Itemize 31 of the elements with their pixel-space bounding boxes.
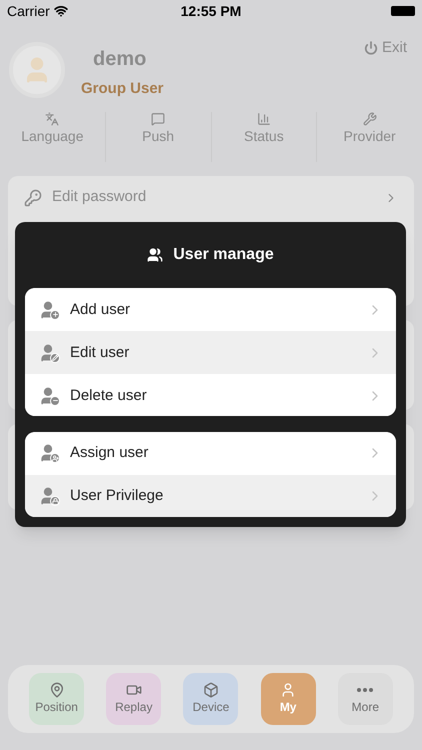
shortcut-button[interactable]: Language: [0, 112, 105, 162]
menu-item[interactable]: Add user: [25, 288, 396, 332]
person-icon: [280, 682, 296, 698]
pin-icon: [48, 682, 65, 698]
tab-button[interactable]: Device: [183, 673, 238, 725]
bar-chart-icon: [256, 112, 271, 126]
tab-button[interactable]: More: [338, 673, 393, 725]
exit-button[interactable]: Exit: [364, 37, 407, 60]
chat-icon: [151, 112, 166, 126]
power-icon: [364, 41, 378, 56]
tab-button[interactable]: My: [260, 673, 316, 725]
clock: 12:55 PM: [180, 2, 242, 20]
user-role: Group User: [81, 79, 164, 99]
shortcut-button[interactable]: Status: [210, 112, 316, 162]
language-icon: [45, 112, 60, 126]
shortcut-button[interactable]: Push: [104, 112, 210, 162]
shortcut-button[interactable]: Provider: [316, 112, 422, 162]
users-icon: [147, 247, 164, 264]
key-icon: [24, 188, 42, 206]
battery-icon: [391, 6, 415, 16]
cube-icon: [202, 682, 219, 698]
dialog-title: User manage: [173, 245, 274, 266]
carrier: Carrier: [7, 2, 50, 20]
wrench-icon: [362, 112, 377, 126]
user-name: demo: [93, 47, 148, 72]
menu-item[interactable]: User Privilege: [25, 474, 396, 517]
tab-button[interactable]: Position: [29, 673, 84, 725]
tab-button[interactable]: Replay: [106, 673, 162, 725]
wifi-icon: [54, 4, 68, 18]
settings-row[interactable]: Edit password: [8, 176, 414, 219]
dots-icon: [357, 688, 374, 692]
